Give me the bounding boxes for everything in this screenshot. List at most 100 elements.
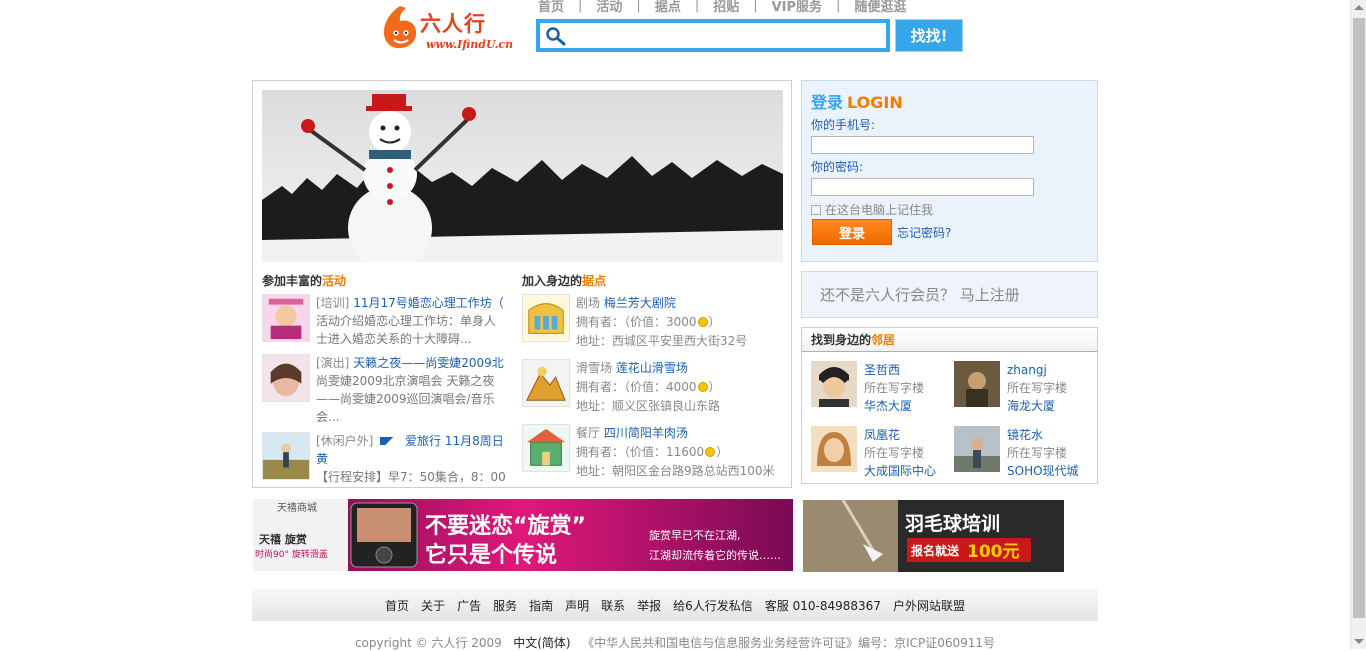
login-button[interactable]: 登录 xyxy=(812,219,892,245)
activity-thumbnail[interactable] xyxy=(262,432,310,480)
nav-vip[interactable]: VIP服务 xyxy=(772,0,822,15)
avatar[interactable] xyxy=(954,426,1000,472)
activity-thumbnail[interactable] xyxy=(262,354,310,402)
activity-description: 活动介绍婚恋心理工作坊：单身人士进入婚恋关系的十大障碍... xyxy=(316,314,497,346)
forgot-password-link[interactable]: 忘记密码? xyxy=(897,224,951,241)
phone-ad-banner[interactable]: 天禧商城 天禧 旋赏 时尚90° 旋转滑盖 不要迷恋“旋赏” 它只是个传说 旋赏… xyxy=(253,499,793,571)
activity-title-link[interactable]: 11月17号婚恋心理工作坊（ xyxy=(353,296,504,310)
activity-title-link[interactable]: 天籁之夜——尚雯婕2009北 xyxy=(353,356,504,370)
ad2-subtitle: 报名就送 xyxy=(911,543,960,558)
neighbor-building-label: 所在写字楼 xyxy=(1007,446,1068,460)
password-label: 你的密码: xyxy=(811,160,864,174)
coin-icon xyxy=(697,381,708,392)
remember-checkbox[interactable] xyxy=(811,204,821,215)
remember-me[interactable]: 在这台电脑上记住我 xyxy=(811,201,933,218)
page-scrollbar[interactable] xyxy=(1350,0,1366,649)
places-title-highlight: 据点 xyxy=(582,274,607,288)
register-link[interactable]: 还不是六人行会员？ 马上注册 xyxy=(801,271,1098,318)
list-item: 滑雪场 莲花山滑雪场 拥有者：（价值：4000 ） 地址：顺义区张镇良山东路 xyxy=(522,359,782,415)
ad2-amount: 100元 xyxy=(967,542,1020,562)
site-logo[interactable]: 六人行 www.IfindU.cn xyxy=(380,2,513,54)
footer-link-ads[interactable]: 广告 xyxy=(457,597,481,614)
scroll-up-icon[interactable] xyxy=(1354,5,1364,10)
nav-activities[interactable]: 活动 xyxy=(596,0,622,15)
footer-link-about[interactable]: 关于 xyxy=(421,597,445,614)
neighbor-card: 凤凰花 所在写字楼 大成国际中心 xyxy=(811,426,956,480)
footer-links: 首页 关于 广告 服务 指南 声明 联系 举报 给6人行发私信 客服 010-8… xyxy=(252,589,1098,621)
badminton-ad-banner[interactable]: 羽毛球培训 报名就送 100元 xyxy=(803,500,1064,572)
restaurant-thumbnail[interactable] xyxy=(522,424,570,472)
nav-places[interactable]: 据点 xyxy=(655,0,681,15)
phone-input[interactable] xyxy=(811,136,1034,154)
footer-link-statement[interactable]: 声明 xyxy=(565,597,589,614)
footer-link-home[interactable]: 首页 xyxy=(385,597,409,614)
place-owner-end: ） xyxy=(708,315,721,329)
neighbor-info: 凤凰花 所在写字楼 大成国际中心 xyxy=(864,426,936,480)
neighbor-name-link[interactable]: 镜花水 xyxy=(1007,428,1043,442)
neighbor-building-link[interactable]: 华杰大厦 xyxy=(864,399,912,413)
theater-thumbnail[interactable] xyxy=(522,294,570,342)
place-owner-end: ） xyxy=(716,445,729,459)
place-name-link[interactable]: 梅兰芳大剧院 xyxy=(604,296,676,310)
license-text: 《中华人民共和国电信与信息服务业务经营许可证》编号：京ICP证060911号 xyxy=(582,636,996,650)
scrollbar-thumb[interactable] xyxy=(1353,18,1365,618)
place-category: 剧场 xyxy=(576,296,601,310)
footer-link-report[interactable]: 举报 xyxy=(637,597,661,614)
ad2-title: 羽毛球培训 xyxy=(905,512,1000,535)
ad-tag2-text: 时尚90° 旋转滑盖 xyxy=(255,548,328,560)
footer-link-contact[interactable]: 联系 xyxy=(601,597,625,614)
nav-separator: | xyxy=(753,0,758,13)
activity-category: [休闲户外] xyxy=(316,434,374,448)
place-address: 地址：朝阳区金台路9路总站西100米 xyxy=(576,464,775,478)
list-item: [演出] 天籁之夜——尚雯婕2009北 尚雯婕2009北京演唱会 天籁之夜——尚… xyxy=(262,354,507,426)
place-owner: 拥有者：（价值：11600 xyxy=(576,445,705,459)
scroll-down-icon[interactable] xyxy=(1354,639,1364,644)
ski-resort-thumbnail[interactable] xyxy=(522,359,570,407)
nav-posters[interactable]: 招贴 xyxy=(713,0,739,15)
footer-link-alliance[interactable]: 户外网站联盟 xyxy=(893,597,965,614)
login-title-en: LOGIN xyxy=(847,93,903,112)
activity-text: [培训] 11月17号婚恋心理工作坊（ 活动介绍婚恋心理工作坊：单身人士进入婚恋… xyxy=(316,294,507,348)
nav-separator: | xyxy=(694,0,700,13)
neighbor-name-link[interactable]: 圣哲西 xyxy=(864,363,900,377)
footer-link-message[interactable]: 给6人行发私信 xyxy=(673,597,753,614)
ad-side-1: 旋赏早已不在江湖, xyxy=(649,528,741,542)
neighbor-building-link[interactable]: 大成国际中心 xyxy=(864,464,936,478)
place-name-link[interactable]: 四川简阳羊肉汤 xyxy=(604,426,688,440)
activity-text: [演出] 天籁之夜——尚雯婕2009北 尚雯婕2009北京演唱会 天籁之夜——尚… xyxy=(316,354,507,426)
place-owner-end: ） xyxy=(708,380,721,394)
list-item: 剧场 梅兰芳大剧院 拥有者：（价值：3000 ） 地址：西城区平安里西大街32号 xyxy=(522,294,782,350)
neighbor-building-label: 所在写字楼 xyxy=(1007,381,1068,395)
top-navigation: 首页 | 活动 | 据点 | 招贴 | VIP服务 | 随便逛逛 xyxy=(538,0,906,15)
list-item: 餐厅 四川简阳羊肉汤 拥有者：（价值：11600 ） 地址：朝阳区金台路9路总站西… xyxy=(522,424,782,480)
neighbor-name-link[interactable]: 凤凰花 xyxy=(864,428,900,442)
activities-title-highlight: 活动 xyxy=(322,274,347,288)
search-input[interactable] xyxy=(572,25,882,47)
activity-thumbnail[interactable] xyxy=(262,294,310,342)
nav-browse[interactable]: 随便逛逛 xyxy=(854,0,906,15)
list-item: [休闲户外] 爱旅行 11月8周日 黄 【行程安排】早7：50集合，8：00出发… xyxy=(262,432,507,487)
neighbor-building-link[interactable]: SOHO现代城 xyxy=(1007,464,1079,478)
neighbor-building-link[interactable]: 海龙大厦 xyxy=(1007,399,1055,413)
password-input[interactable] xyxy=(811,178,1034,196)
nav-home[interactable]: 首页 xyxy=(538,0,564,15)
search-button[interactable]: 找找! xyxy=(895,19,963,52)
neighbor-building-label: 所在写字楼 xyxy=(864,446,925,460)
nav-separator: | xyxy=(578,0,583,13)
neighbor-name-link[interactable]: zhangj xyxy=(1007,363,1047,377)
place-name-link[interactable]: 莲花山滑雪场 xyxy=(616,361,688,375)
footer-link-services[interactable]: 服务 xyxy=(493,597,517,614)
neighbor-building-label: 所在写字楼 xyxy=(864,381,925,395)
language-link[interactable]: 中文(简体) xyxy=(513,636,570,650)
avatar[interactable] xyxy=(811,426,857,472)
coin-icon xyxy=(705,446,716,457)
avatar[interactable] xyxy=(954,361,1000,407)
neighbor-card: 圣哲西 所在写字楼 华杰大厦 xyxy=(811,361,956,415)
remember-label: 在这台电脑上记住我 xyxy=(825,203,934,217)
avatar[interactable] xyxy=(811,361,857,407)
place-address: 地址：西城区平安里西大街32号 xyxy=(576,334,748,348)
ad-side-2: 江湖却流传着它的传说…… xyxy=(649,548,781,562)
snowman-banner-image[interactable] xyxy=(262,90,783,262)
main-content-box: 参加丰富的活动 加入身边的据点 [培训] 11月17号婚恋心理工作坊（ 活动介绍… xyxy=(252,80,792,488)
footer-link-guide[interactable]: 指南 xyxy=(529,597,553,614)
